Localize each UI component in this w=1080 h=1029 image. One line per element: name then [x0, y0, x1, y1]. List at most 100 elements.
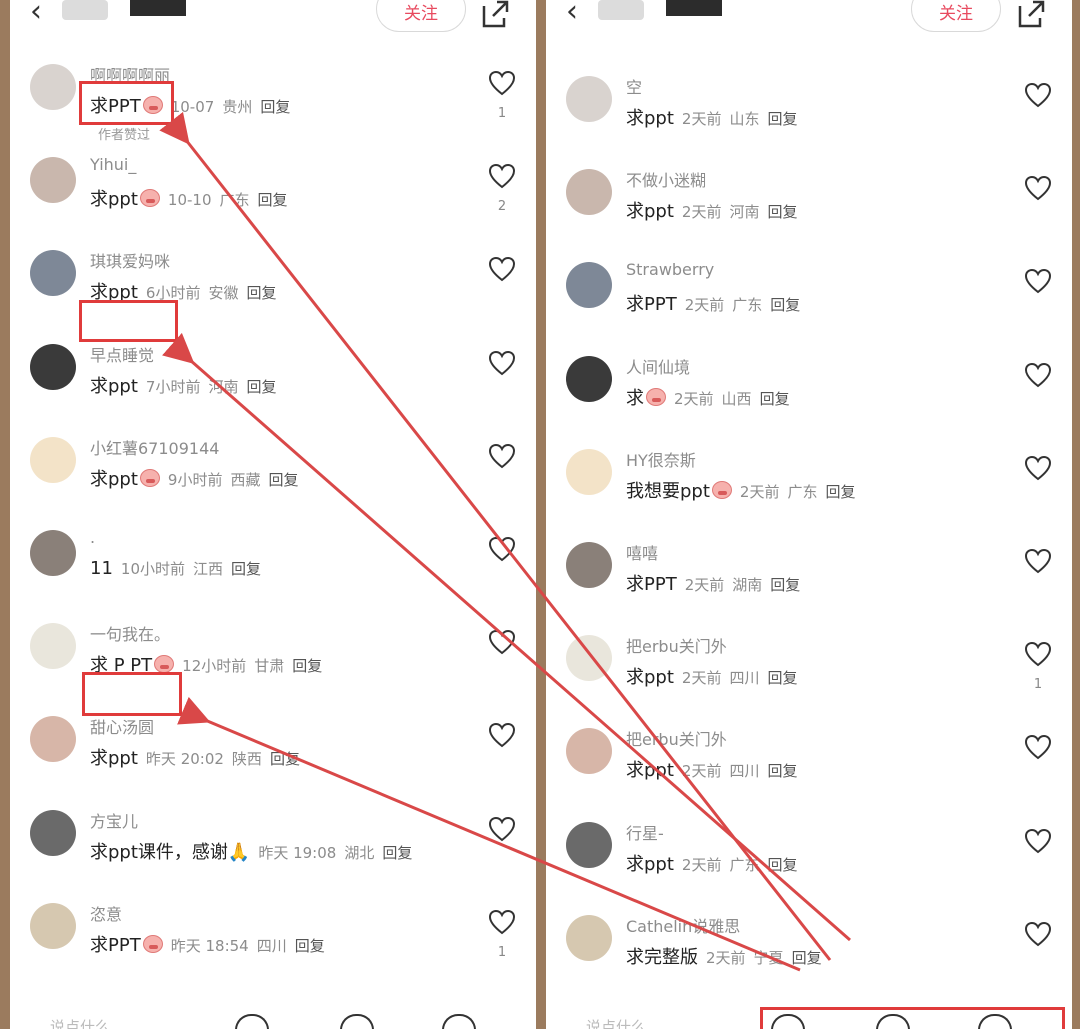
reply-button[interactable]: 回复	[268, 469, 298, 490]
share-icon[interactable]	[1016, 0, 1046, 28]
avatar[interactable]	[30, 343, 76, 390]
comment-username[interactable]: .	[90, 528, 95, 547]
avatar[interactable]	[30, 902, 76, 949]
comment-username[interactable]: 一句我在。	[90, 621, 170, 645]
back-arrow-icon[interactable]: ‹	[566, 0, 578, 32]
reply-button[interactable]: 回复	[258, 189, 288, 210]
reply-button[interactable]: 回复	[246, 282, 276, 303]
comment-bar-icon[interactable]	[978, 1014, 1012, 1029]
comment-username[interactable]: 琪琪爱妈咪	[90, 248, 170, 272]
avatar[interactable]	[566, 355, 612, 402]
reply-button[interactable]: 回复	[767, 854, 797, 875]
comment-item: 把erbu关门外 求ppt 2天前 四川 回复 1	[546, 633, 1072, 726]
avatar[interactable]	[566, 262, 612, 309]
avatar[interactable]	[30, 250, 76, 297]
heart-icon[interactable]	[488, 816, 516, 842]
comment-username[interactable]: 人间仙境	[626, 354, 690, 378]
star-bar-icon[interactable]	[340, 1014, 374, 1029]
reply-button[interactable]: 回复	[767, 108, 797, 129]
comment-username[interactable]: Yihui_	[90, 155, 136, 174]
star-bar-icon[interactable]	[876, 1014, 910, 1029]
comment-username[interactable]: 行星-	[626, 820, 664, 844]
reply-button[interactable]: 回复	[767, 760, 797, 781]
reply-button[interactable]: 回复	[767, 201, 797, 222]
comment-time: 9小时前	[167, 470, 223, 489]
comment-username[interactable]: 把erbu关门外	[626, 633, 727, 657]
avatar[interactable]	[30, 809, 76, 856]
heart-icon[interactable]	[488, 722, 516, 748]
comment-username[interactable]: 不做小迷糊	[626, 167, 706, 191]
comment-username[interactable]: HY很奈斯	[626, 447, 696, 471]
heart-icon[interactable]	[1024, 548, 1052, 574]
heart-icon[interactable]	[488, 629, 516, 655]
reply-button[interactable]: 回复	[231, 558, 261, 579]
heart-icon[interactable]	[1024, 175, 1052, 201]
heart-icon[interactable]	[1024, 921, 1052, 947]
blurred-avatar	[62, 0, 108, 20]
heart-icon[interactable]	[488, 536, 516, 562]
heart-icon[interactable]	[488, 70, 516, 96]
comment-username[interactable]: Strawberry	[626, 260, 714, 279]
comment-username[interactable]: 嘻嘻	[626, 540, 658, 564]
heart-icon[interactable]	[488, 163, 516, 189]
heart-icon[interactable]	[488, 909, 516, 935]
reply-button[interactable]: 回复	[382, 842, 412, 863]
comment-bar-icon[interactable]	[442, 1014, 476, 1029]
avatar[interactable]	[566, 542, 612, 588]
reply-button[interactable]: 回复	[246, 376, 276, 397]
heart-icon[interactable]	[1024, 82, 1052, 108]
reply-button[interactable]: 回复	[760, 388, 790, 409]
comment-input-placeholder[interactable]: 说点什么...	[50, 1016, 124, 1029]
heart-icon[interactable]	[1024, 641, 1052, 667]
comment-username[interactable]: 方宝儿	[90, 808, 138, 832]
heart-icon[interactable]	[1024, 362, 1052, 388]
avatar[interactable]	[30, 623, 76, 670]
reply-button[interactable]: 回复	[260, 96, 290, 117]
heart-icon[interactable]	[488, 256, 516, 282]
share-icon[interactable]	[480, 0, 510, 28]
comment-username[interactable]: 啊啊啊啊丽	[90, 62, 170, 86]
avatar[interactable]	[566, 169, 612, 216]
reply-button[interactable]: 回复	[770, 294, 800, 315]
comment-username[interactable]: 小红薯67109144	[90, 435, 219, 459]
reply-button[interactable]: 回复	[292, 655, 322, 676]
heart-icon[interactable]	[488, 443, 516, 469]
avatar[interactable]	[30, 436, 76, 483]
comment-username[interactable]: Cathelin说雅思	[626, 913, 740, 937]
like-bar-icon[interactable]	[235, 1014, 269, 1029]
avatar[interactable]	[566, 728, 612, 775]
avatar[interactable]	[566, 821, 612, 868]
avatar[interactable]	[566, 448, 612, 495]
comment-username[interactable]: 早点睡觉	[90, 342, 154, 366]
follow-button[interactable]: 关注	[911, 0, 1001, 32]
comment-username[interactable]: 空	[626, 74, 642, 98]
reply-button[interactable]: 回复	[295, 935, 325, 956]
heart-icon[interactable]	[1024, 828, 1052, 854]
comment-input-placeholder[interactable]: 说点什么...	[586, 1016, 660, 1029]
heart-icon[interactable]	[488, 350, 516, 376]
comment-username[interactable]: 把erbu关门外	[626, 726, 727, 750]
avatar[interactable]	[566, 76, 612, 122]
comment-line: 求ppt 2天前 河南 回复	[626, 197, 798, 223]
heart-icon[interactable]	[1024, 268, 1052, 294]
avatar[interactable]	[30, 64, 76, 110]
reply-button[interactable]: 回复	[270, 748, 300, 769]
comment-location: 陕西	[231, 750, 262, 769]
avatar[interactable]	[30, 530, 76, 576]
comment-line: 求ppt 2天前 山东 回复	[626, 104, 798, 130]
avatar[interactable]	[30, 716, 76, 763]
back-arrow-icon[interactable]: ‹	[30, 0, 42, 32]
comment-username[interactable]: 恣意	[90, 901, 122, 925]
avatar[interactable]	[30, 157, 76, 204]
avatar[interactable]	[566, 635, 612, 682]
reply-button[interactable]: 回复	[825, 481, 855, 502]
reply-button[interactable]: 回复	[792, 947, 822, 968]
reply-button[interactable]: 回复	[767, 667, 797, 688]
follow-button[interactable]: 关注	[376, 0, 466, 32]
avatar[interactable]	[566, 914, 612, 961]
heart-icon[interactable]	[1024, 455, 1052, 481]
comment-username[interactable]: 甜心汤圆	[90, 714, 154, 738]
like-bar-icon[interactable]	[771, 1014, 805, 1029]
heart-icon[interactable]	[1024, 734, 1052, 760]
reply-button[interactable]: 回复	[770, 574, 800, 595]
